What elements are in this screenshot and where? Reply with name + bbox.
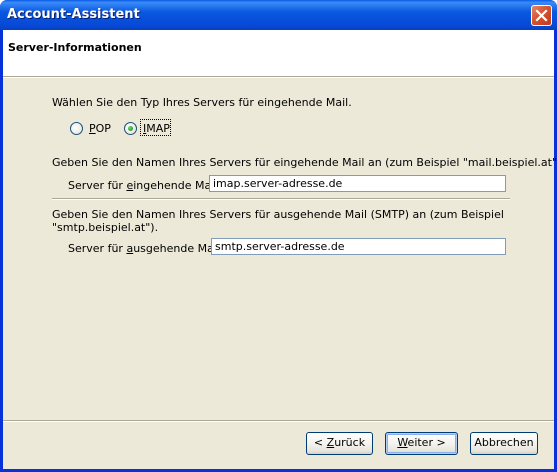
dialog-client-area: Server-Informationen Wählen Sie den Typ …: [3, 30, 557, 469]
server-type-prompt: Wählen Sie den Typ Ihres Servers für ein…: [52, 96, 352, 109]
pop-radio[interactable]: [70, 122, 83, 135]
incoming-server-description: Geben Sie den Namen Ihres Servers für ei…: [52, 156, 557, 169]
header-divider: [3, 76, 554, 78]
close-icon: [535, 9, 548, 22]
back-button[interactable]: < Zurück: [306, 432, 373, 455]
pop-radio-label[interactable]: POP: [89, 122, 111, 135]
section-divider: [52, 198, 510, 200]
window-title: Account-Assistent: [7, 7, 140, 22]
close-button[interactable]: [531, 5, 552, 26]
wizard-header: Server-Informationen: [3, 30, 554, 76]
outgoing-server-description-line2: "smtp.beispiel.at").: [52, 221, 159, 234]
title-bar[interactable]: Account-Assistent: [0, 0, 557, 30]
imap-radio[interactable]: [124, 122, 137, 135]
cancel-button[interactable]: Abbrechen: [470, 432, 538, 455]
imap-radio-label[interactable]: IMAP: [143, 122, 170, 135]
account-wizard-window: Account-Assistent Server-Informationen W…: [0, 0, 557, 472]
outgoing-server-description-line1: Geben Sie den Namen Ihres Servers für au…: [52, 208, 504, 221]
radio-selected-dot: [128, 126, 133, 131]
footer-divider: [3, 420, 554, 422]
next-button[interactable]: Weiter >: [385, 432, 458, 455]
outgoing-server-input[interactable]: smtp.server-adresse.de: [211, 238, 506, 255]
incoming-server-label: Server für eingehende Mail:: [68, 179, 222, 192]
page-title: Server-Informationen: [8, 41, 142, 54]
incoming-server-input[interactable]: imap.server-adresse.de: [209, 175, 506, 192]
outgoing-server-label: Server für ausgehende Mail:: [68, 242, 224, 255]
